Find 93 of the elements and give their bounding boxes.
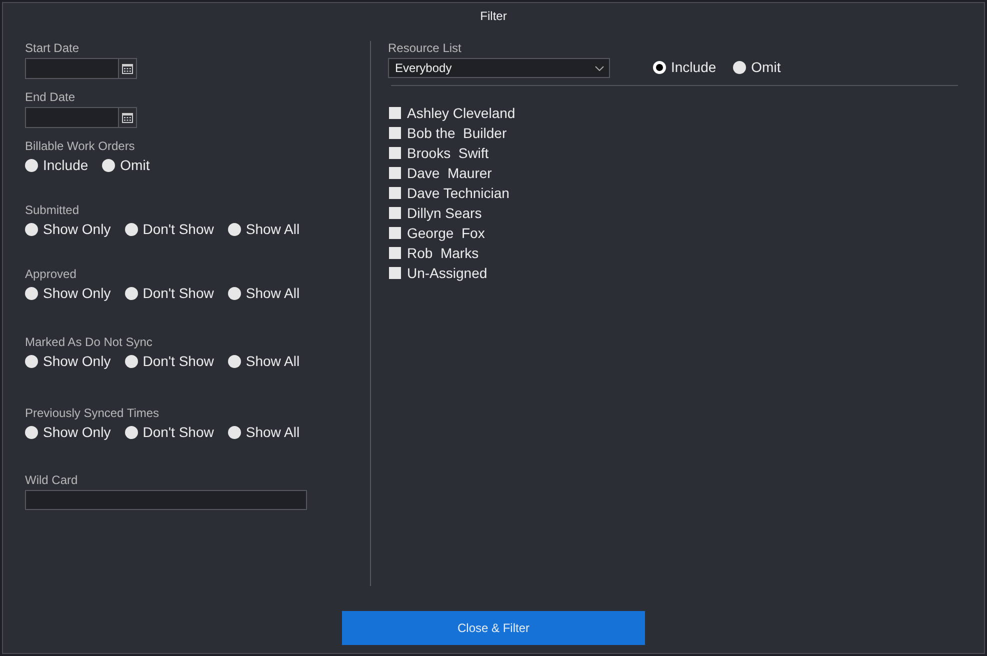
checkbox[interactable] xyxy=(389,147,401,159)
radio-label: Show All xyxy=(246,285,300,301)
radio-option[interactable]: Don't Show xyxy=(124,220,214,238)
radio-label: Don't Show xyxy=(142,424,214,440)
checkbox[interactable] xyxy=(389,207,401,219)
close-filter-button[interactable]: Close & Filter xyxy=(342,611,645,645)
radio-button[interactable] xyxy=(733,60,746,74)
resource-checkbox-item[interactable]: Bob the Builder xyxy=(388,123,507,143)
radio-label: Show Only xyxy=(43,285,111,301)
resource-checkbox-item[interactable]: Dave Technician xyxy=(388,183,510,203)
checkbox[interactable] xyxy=(389,107,401,119)
radio-label: Omit xyxy=(751,59,781,75)
resource-checkbox-item[interactable]: Rob Marks xyxy=(388,243,479,263)
radio-label: Include xyxy=(43,157,88,173)
radio-button[interactable] xyxy=(124,286,138,300)
resource-name: Ashley Cleveland xyxy=(407,105,516,121)
radio-button[interactable] xyxy=(653,60,666,74)
radio-label: Don't Show xyxy=(142,285,214,301)
date-field[interactable] xyxy=(25,58,137,79)
radio-label: Show All xyxy=(246,424,300,440)
checkbox[interactable] xyxy=(389,267,401,279)
field-label: Start Date xyxy=(25,41,80,55)
radio-button[interactable] xyxy=(228,222,241,236)
radio-option[interactable]: Don't Show xyxy=(124,423,214,441)
radio-label: Show Only xyxy=(43,424,111,440)
field-label: Billable Work Orders xyxy=(25,139,135,153)
radio-option[interactable]: Don't Show xyxy=(124,352,214,370)
radio-option[interactable]: Show All xyxy=(228,220,300,238)
checkbox[interactable] xyxy=(389,247,401,259)
radio-label: Don't Show xyxy=(142,221,214,237)
radio-label: Show All xyxy=(246,353,300,369)
resource-checkbox-item[interactable]: Ashley Cleveland xyxy=(388,103,516,123)
field-label: Previously Synced Times xyxy=(25,406,160,420)
radio-label: Include xyxy=(671,59,716,75)
resource-checkbox-item[interactable]: Un-Assigned xyxy=(388,263,488,283)
field-label: Resource List xyxy=(388,41,462,55)
radio-option[interactable]: Include xyxy=(25,156,88,174)
radio-button[interactable] xyxy=(228,426,241,438)
radio-button[interactable] xyxy=(228,286,241,300)
radio-option[interactable]: Omit xyxy=(102,156,150,174)
resource-name: Rob Marks xyxy=(407,245,479,261)
resource-checkbox-item[interactable]: Dillyn Sears xyxy=(388,203,482,223)
date-field[interactable] xyxy=(25,107,137,128)
field-label: Wild Card xyxy=(25,473,78,487)
radio-option[interactable]: Don't Show xyxy=(124,284,214,302)
radio-option[interactable]: Omit xyxy=(733,58,781,76)
checkbox[interactable] xyxy=(389,187,401,199)
radio-option[interactable]: Show Only xyxy=(25,352,111,370)
resource-name: Dave Technician xyxy=(407,185,510,201)
radio-button[interactable] xyxy=(124,222,138,236)
radio-button[interactable] xyxy=(124,426,138,438)
radio-button[interactable] xyxy=(25,158,38,172)
field-label: Approved xyxy=(25,267,76,281)
resource-checkbox-item[interactable]: Dave Maurer xyxy=(388,163,492,183)
checkbox[interactable] xyxy=(389,167,401,179)
resource-name: Bob the Builder xyxy=(407,125,507,141)
dialog-title: Filter xyxy=(480,8,507,25)
resource-dropdown[interactable]: Everybody xyxy=(388,58,610,78)
radio-label: Don't Show xyxy=(142,353,214,369)
radio-label: Omit xyxy=(120,157,150,173)
radio-label: Show All xyxy=(246,221,300,237)
radio-option[interactable]: Show All xyxy=(228,284,300,302)
resource-name: George Fox xyxy=(407,225,485,241)
field-label: End Date xyxy=(25,90,76,104)
radio-button[interactable] xyxy=(25,354,38,368)
resource-checkbox-item[interactable]: Brooks Swift xyxy=(388,143,489,163)
radio-button[interactable] xyxy=(25,222,38,236)
field-label: Submitted xyxy=(25,203,80,217)
radio-option[interactable]: Show All xyxy=(228,352,300,370)
resource-name: Dillyn Sears xyxy=(407,205,482,221)
calendar-icon[interactable] xyxy=(118,59,136,78)
resource-name: Dave Maurer xyxy=(407,165,492,181)
radio-button[interactable] xyxy=(25,286,38,300)
resource-name: Un-Assigned xyxy=(407,265,488,281)
radio-option[interactable]: Show Only xyxy=(25,284,111,302)
radio-option[interactable]: Show Only xyxy=(25,220,111,238)
radio-option[interactable]: Include xyxy=(653,58,716,76)
radio-button[interactable] xyxy=(25,426,38,438)
radio-button[interactable] xyxy=(124,354,138,368)
checkbox[interactable] xyxy=(389,127,401,139)
checkbox[interactable] xyxy=(389,227,401,239)
resource-name: Brooks Swift xyxy=(407,145,489,161)
caret-icon xyxy=(595,66,604,70)
radio-label: Show Only xyxy=(43,353,111,369)
resource-checkbox-item[interactable]: George Fox xyxy=(388,223,485,243)
radio-label: Show Only xyxy=(43,221,111,237)
calendar-icon[interactable] xyxy=(118,108,136,127)
wild-card-field[interactable] xyxy=(25,490,307,510)
radio-option[interactable]: Show All xyxy=(228,423,300,441)
radio-option[interactable]: Show Only xyxy=(25,423,111,441)
radio-button[interactable] xyxy=(228,354,241,368)
field-label: Marked As Do Not Sync xyxy=(25,335,152,349)
radio-button[interactable] xyxy=(102,158,116,172)
